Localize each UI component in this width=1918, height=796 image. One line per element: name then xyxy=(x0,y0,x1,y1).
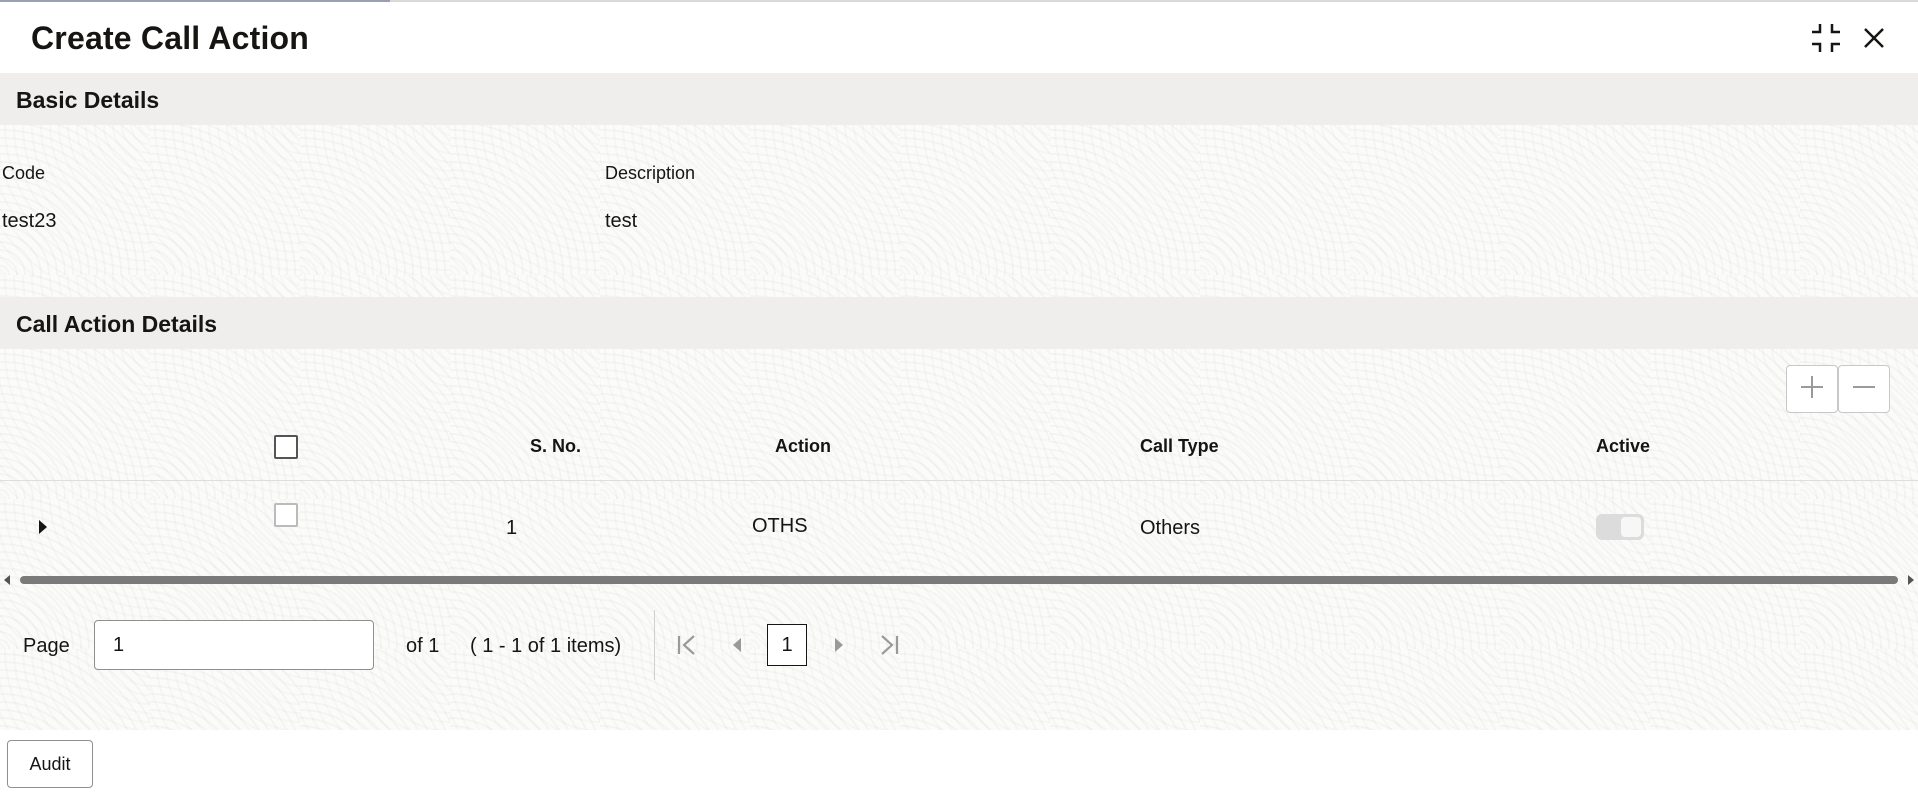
scrollbar-thumb[interactable] xyxy=(20,576,1898,584)
column-header-active[interactable]: Active xyxy=(1596,436,1650,457)
add-row-button[interactable] xyxy=(1786,365,1838,413)
expand-row-icon[interactable] xyxy=(36,518,50,541)
first-page-icon[interactable] xyxy=(668,625,706,665)
pager-divider xyxy=(654,610,655,680)
column-header-action[interactable]: Action xyxy=(775,436,831,457)
basic-details-panel: Code test23 Description test xyxy=(0,125,1918,297)
code-label: Code xyxy=(2,163,46,183)
scroll-left-icon[interactable] xyxy=(4,575,10,585)
row-call-type: Others xyxy=(1140,517,1201,539)
audit-button[interactable]: Audit xyxy=(7,740,93,788)
description-label: Description xyxy=(605,163,696,183)
minus-icon xyxy=(1851,374,1877,405)
dialog-title: Create Call Action xyxy=(31,20,310,56)
horizontal-scrollbar[interactable] xyxy=(0,572,1918,588)
description-value: test xyxy=(605,210,638,232)
call-action-details-section-header: Call Action Details xyxy=(0,297,1918,349)
call-action-details-title: Call Action Details xyxy=(16,311,218,337)
scroll-right-icon[interactable] xyxy=(1908,575,1914,585)
dialog-header: Create Call Action xyxy=(0,2,1918,72)
row-select-checkbox[interactable] xyxy=(274,503,298,527)
last-page-icon[interactable] xyxy=(870,625,908,665)
row-action: OTHS xyxy=(752,515,808,537)
basic-details-section-header: Basic Details xyxy=(0,73,1918,125)
column-header-sno[interactable]: S. No. xyxy=(530,436,581,457)
table-header-divider xyxy=(0,480,1918,481)
row-sno: 1 xyxy=(506,517,518,539)
row-active-toggle[interactable] xyxy=(1596,514,1644,540)
column-header-call-type[interactable]: Call Type xyxy=(1140,436,1219,457)
plus-icon xyxy=(1799,374,1825,405)
remove-row-button[interactable] xyxy=(1838,365,1890,413)
items-range-text: ( 1 - 1 of 1 items) xyxy=(470,635,622,657)
code-value: test23 xyxy=(2,210,57,232)
select-all-checkbox[interactable] xyxy=(274,435,298,459)
toggle-knob xyxy=(1621,517,1641,537)
page-label: Page xyxy=(23,635,70,657)
collapse-icon[interactable] xyxy=(1806,18,1846,58)
dialog-footer xyxy=(0,730,1918,796)
next-page-icon[interactable] xyxy=(820,625,858,665)
basic-details-title: Basic Details xyxy=(16,87,160,113)
page-of-text: of 1 xyxy=(406,635,440,657)
previous-page-icon[interactable] xyxy=(718,625,756,665)
page-number-current[interactable]: 1 xyxy=(767,624,807,666)
page-number-input[interactable] xyxy=(94,620,374,670)
close-icon[interactable] xyxy=(1854,18,1894,58)
